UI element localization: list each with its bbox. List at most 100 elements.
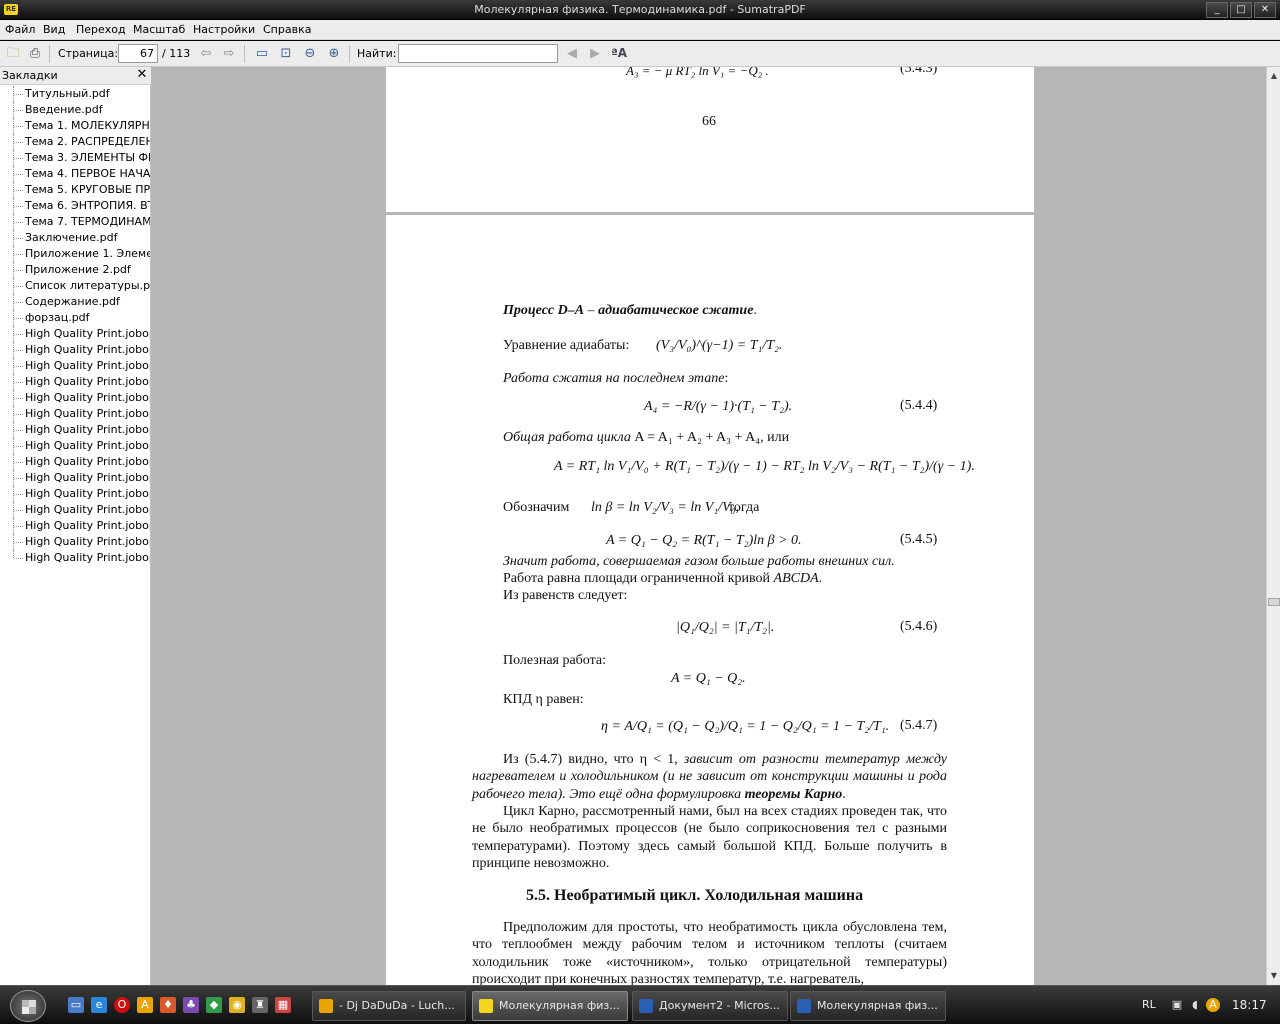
bookmark-item[interactable]: High Quality Print.jobop <box>0 550 150 566</box>
bookmark-item[interactable]: High Quality Print.jobop <box>0 358 150 374</box>
area-text: Работа равна площади ограниченной кривой <box>503 571 774 586</box>
scroll-up-icon[interactable]: ▲ <box>1268 69 1280 83</box>
total-work-label: Общая работа цикла <box>503 430 631 445</box>
bookmark-item[interactable]: Заключение.pdf <box>0 230 150 246</box>
bookmark-item[interactable]: Приложение 1. Элемен <box>0 246 150 262</box>
bookmark-item[interactable]: High Quality Print.jobop <box>0 454 150 470</box>
app-icon[interactable]: ♣ <box>183 997 199 1013</box>
match-case-icon[interactable]: ªA <box>610 45 628 63</box>
equation-useful-work: A = Q₁ − Q₂. <box>671 671 746 686</box>
menu-go[interactable]: Переход <box>76 23 126 36</box>
taskbar-button-label: Молекулярная физ... <box>817 999 938 1012</box>
prev-page-icon[interactable]: ⇦ <box>197 45 215 63</box>
menu-zoom[interactable]: Масштаб <box>133 23 185 36</box>
ie-icon[interactable]: e <box>91 997 107 1013</box>
app-icon[interactable]: ◉ <box>229 997 245 1013</box>
page-66: A₃ = − μ RT₂ ln V₁ = −Q₂ . (5.4.3) 66 <box>386 67 1034 212</box>
find-prev-icon[interactable]: ◀ <box>563 45 581 63</box>
bookmark-item[interactable]: High Quality Print.jobop <box>0 326 150 342</box>
bookmark-item[interactable]: Тема 1. МОЛЕКУЛЯРНО- <box>0 118 150 134</box>
zoom-in-icon[interactable]: ⊕ <box>325 45 343 63</box>
fit-width-icon[interactable]: ⊡ <box>277 45 295 63</box>
bookmark-item[interactable]: Тема 4. ПЕРВОЕ НАЧАЛО <box>0 166 150 182</box>
menu-settings[interactable]: Настройки <box>193 23 255 36</box>
find-input[interactable] <box>398 44 558 63</box>
taskbar-button[interactable]: Молекулярная физ... <box>790 991 946 1021</box>
bookmark-item[interactable]: Введение.pdf <box>0 102 150 118</box>
volume-icon[interactable]: ◖ <box>1188 998 1202 1012</box>
close-icon[interactable]: ✕ <box>135 68 149 82</box>
app-icon[interactable]: ◆ <box>206 997 222 1013</box>
start-button[interactable] <box>10 990 46 1022</box>
bookmark-item[interactable]: High Quality Print.jobop <box>0 374 150 390</box>
menu-view[interactable]: Вид <box>43 23 65 36</box>
window-title: Молекулярная физика. Термодинамика.pdf -… <box>474 3 806 16</box>
language-indicator[interactable]: RL <box>1142 998 1156 1011</box>
bookmark-item[interactable]: Тема 6. ЭНТРОПИЯ. ВТО <box>0 198 150 214</box>
clock: 18:17 <box>1232 998 1267 1012</box>
scroll-thumb[interactable] <box>1268 598 1280 606</box>
fit-page-icon[interactable]: ▭ <box>253 45 271 63</box>
bookmark-item[interactable]: форзац.pdf <box>0 310 150 326</box>
bookmark-item[interactable]: High Quality Print.jobop <box>0 422 150 438</box>
document-viewer[interactable]: A₃ = − μ RT₂ ln V₁ = −Q₂ . (5.4.3) 66 Пр… <box>151 67 1266 985</box>
bookmark-item[interactable]: High Quality Print.jobop <box>0 486 150 502</box>
menu-help[interactable]: Справка <box>263 23 311 36</box>
from-equalities: Из равенств следует: <box>503 588 628 603</box>
page-total: / 113 <box>162 47 191 60</box>
paragraph-carnot-theorem: Из (5.4.7) видно, что η < 1, зависит от … <box>472 751 947 803</box>
taskbar-button[interactable]: Документ2 - Micros... <box>632 991 788 1021</box>
bookmark-item[interactable]: Приложение 2.pdf <box>0 262 150 278</box>
next-page-icon[interactable]: ⇨ <box>220 45 238 63</box>
open-icon[interactable]: 🗀 <box>4 45 22 63</box>
efficiency-label: КПД η равен: <box>503 692 584 707</box>
section-heading: 5.5. Необратимый цикл. Холодильная машин… <box>526 887 864 904</box>
bookmarks-title: Закладки <box>2 69 58 82</box>
scroll-down-icon[interactable]: ▼ <box>1268 969 1280 983</box>
app-icon[interactable]: ♦ <box>160 997 176 1013</box>
bookmark-item[interactable]: Тема 3. ЭЛЕМЕНТЫ ФИЗ <box>0 150 150 166</box>
print-icon[interactable]: ⎙ <box>26 45 44 63</box>
close-button[interactable]: ✕ <box>1254 2 1276 18</box>
app-icon[interactable]: ▦ <box>275 997 291 1013</box>
find-next-icon[interactable]: ▶ <box>586 45 604 63</box>
toolbar: 🗀 ⎙ Страница: / 113 ⇦ ⇨ ▭ ⊡ ⊖ ⊕ Найти: ◀… <box>0 41 1280 67</box>
bookmark-item[interactable]: Тема 2. РАСПРЕДЕЛЕНИ <box>0 134 150 150</box>
area-text-end: . <box>818 571 823 586</box>
total-work-formula: A = A₁ + A₂ + A₃ + A₄, или <box>630 430 790 445</box>
aimp-icon[interactable]: A <box>137 997 153 1013</box>
bookmark-item[interactable]: High Quality Print.jobop <box>0 438 150 454</box>
bookmark-item[interactable]: Содержание.pdf <box>0 294 150 310</box>
bookmark-item[interactable]: High Quality Print.jobop <box>0 470 150 486</box>
vertical-scrollbar[interactable]: ▲ ▼ <box>1266 67 1280 985</box>
app-icon[interactable]: ♜ <box>252 997 268 1013</box>
bookmark-item[interactable]: High Quality Print.jobop <box>0 502 150 518</box>
toolbar-separator <box>349 45 350 63</box>
bookmark-item[interactable]: High Quality Print.jobop <box>0 390 150 406</box>
area-text-curve: ABCDA <box>773 571 819 586</box>
minimize-button[interactable]: _ <box>1206 2 1228 18</box>
opera-icon[interactable]: O <box>114 997 130 1013</box>
taskbar-button[interactable]: Молекулярная физ... <box>472 991 628 1021</box>
maximize-button[interactable]: □ <box>1230 2 1252 18</box>
bookmark-item[interactable]: High Quality Print.jobop <box>0 518 150 534</box>
network-icon[interactable]: ▣ <box>1170 998 1184 1012</box>
work-last-colon: : <box>724 371 729 386</box>
bookmark-item[interactable]: Титульный.pdf <box>0 86 150 102</box>
bookmark-item[interactable]: Список литературы.pdf <box>0 278 150 294</box>
aimp-tray-icon[interactable]: A <box>1206 998 1220 1012</box>
bookmark-item[interactable]: High Quality Print.jobop <box>0 406 150 422</box>
taskbar-button[interactable]: - Dj DaDuDa - Luch... <box>312 991 466 1021</box>
equation-number-543: (5.4.3) <box>900 67 938 76</box>
bookmark-item[interactable]: Тема 7. ТЕРМОДИНАМИ <box>0 214 150 230</box>
zoom-out-icon[interactable]: ⊖ <box>301 45 319 63</box>
menu-file[interactable]: Файл <box>5 23 35 36</box>
bookmarks-sidebar: Закладки ✕ Титульный.pdf Введение.pdf Тема… <box>0 67 151 985</box>
useful-work-label: Полезная работа: <box>503 653 607 668</box>
bookmark-item[interactable]: High Quality Print.jobop <box>0 534 150 550</box>
page-number-input[interactable] <box>118 44 158 63</box>
bookmark-item[interactable]: Тема 5. КРУГОВЫЕ ПРО <box>0 182 150 198</box>
show-desktop-icon[interactable]: ▭ <box>68 997 84 1013</box>
bookmark-item[interactable]: High Quality Print.jobop <box>0 342 150 358</box>
taskbar-button-label: Документ2 - Micros... <box>659 999 780 1012</box>
